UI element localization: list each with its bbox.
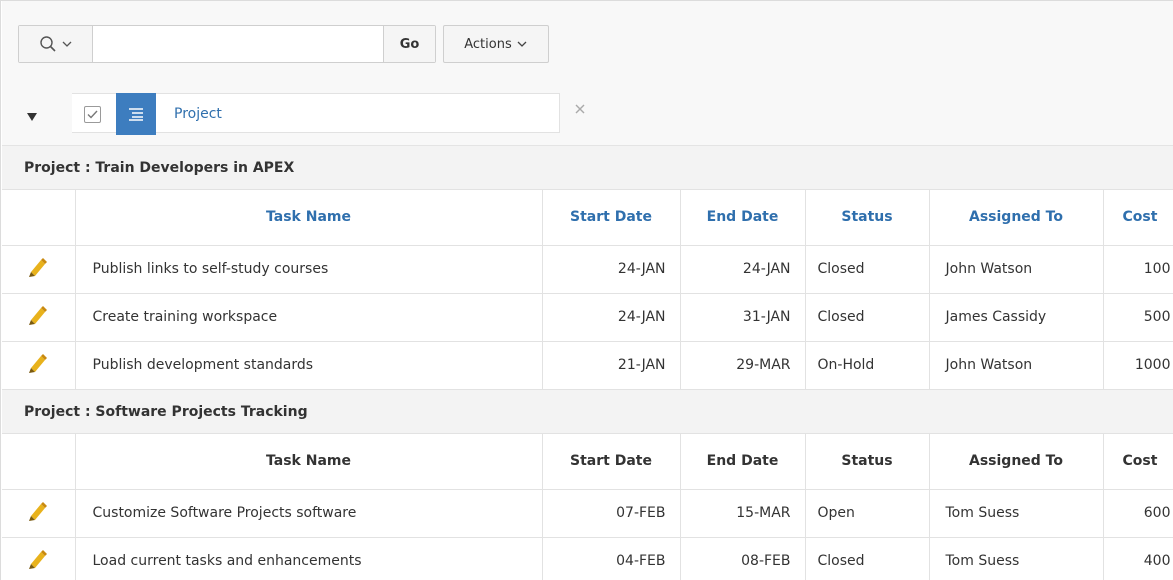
edit-cell (2, 537, 76, 580)
status-cell: Closed (805, 293, 930, 342)
actions-label: Actions (464, 36, 512, 52)
control-break-filter: Project (72, 93, 560, 135)
table-row: Publish development standards 21-JAN 29-… (2, 341, 1173, 390)
task-name-cell: Publish links to self-study courses (75, 245, 543, 294)
cost-cell: 1000 (1103, 341, 1173, 390)
group-header: Project : Software Projects Tracking (2, 390, 1173, 434)
task-name-cell: Publish development standards (75, 341, 543, 390)
col-header-assigned-to[interactable]: Assigned To (929, 190, 1104, 246)
search-icon (39, 36, 56, 52)
start-date-cell: 24-JAN (542, 293, 681, 342)
end-date-cell: 31-JAN (680, 293, 806, 342)
pencil-icon[interactable] (27, 352, 49, 378)
close-icon (575, 104, 585, 114)
end-date-cell: 24-JAN (680, 245, 806, 294)
status-cell: Closed (805, 537, 930, 580)
table-row: Customize Software Projects software 07-… (2, 489, 1173, 538)
start-date-cell: 24-JAN (542, 245, 681, 294)
cost-cell: 100 (1103, 245, 1173, 294)
table-row: Publish links to self-study courses 24-J… (2, 245, 1173, 294)
edit-column-header (2, 434, 76, 490)
table-row: Load current tasks and enhancements 04-F… (2, 537, 1173, 580)
search-columns-menu[interactable] (19, 26, 93, 62)
cost-cell: 600 (1103, 489, 1173, 538)
group-header: Project : Train Developers in APEX (2, 146, 1173, 190)
chevron-down-icon (517, 41, 527, 47)
checkbox-checked-icon (87, 110, 98, 119)
col-header-cost[interactable]: Cost (1103, 434, 1173, 490)
assigned-to-cell: John Watson (929, 245, 1104, 294)
collapse-filters-icon[interactable] (27, 113, 37, 121)
start-date-cell: 04-FEB (542, 537, 681, 580)
start-date-cell: 21-JAN (542, 341, 681, 390)
end-date-cell: 08-FEB (680, 537, 806, 580)
assigned-to-cell: Tom Suess (929, 489, 1104, 538)
col-header-assigned-to[interactable]: Assigned To (929, 434, 1104, 490)
search-input[interactable] (93, 26, 383, 62)
assigned-to-cell: Tom Suess (929, 537, 1104, 580)
end-date-cell: 15-MAR (680, 489, 806, 538)
pencil-icon[interactable] (27, 500, 49, 526)
edit-cell (2, 341, 76, 390)
col-header-status[interactable]: Status (805, 190, 930, 246)
search-bar: Go (18, 25, 436, 63)
header-row: Task Name Start Date End Date Status Ass… (2, 434, 1173, 490)
start-date-cell: 07-FEB (542, 489, 681, 538)
col-header-start-date[interactable]: Start Date (542, 434, 681, 490)
edit-cell (2, 245, 76, 294)
report-table: Task Name Start Date End Date Status Ass… (2, 434, 1173, 580)
remove-filter-button[interactable] (574, 103, 590, 119)
task-name-cell: Create training workspace (75, 293, 543, 342)
col-header-start-date[interactable]: Start Date (542, 190, 681, 246)
filter-lines-icon (129, 108, 143, 121)
status-cell: Closed (805, 245, 930, 294)
edit-column-header (2, 190, 76, 246)
filter-label[interactable]: Project (174, 94, 222, 134)
col-header-status[interactable]: Status (805, 434, 930, 490)
edit-cell (2, 489, 76, 538)
edit-cell (2, 293, 76, 342)
interactive-report: Go Actions Project Project: Train Devel… (0, 0, 1173, 580)
col-header-task-name[interactable]: Task Name (75, 434, 543, 490)
go-button[interactable]: Go (383, 26, 435, 62)
col-header-task-name[interactable]: Task Name (75, 190, 543, 246)
control-break-type (116, 93, 156, 135)
task-name-cell: Load current tasks and enhancements (75, 537, 543, 580)
cost-cell: 400 (1103, 537, 1173, 580)
chevron-down-icon (62, 41, 71, 47)
header-row: Task Name Start Date End Date Status Ass… (2, 190, 1173, 246)
assigned-to-cell: James Cassidy (929, 293, 1104, 342)
end-date-cell: 29-MAR (680, 341, 806, 390)
filter-enable-checkbox[interactable] (84, 106, 101, 123)
actions-menu-button[interactable]: Actions (443, 25, 549, 63)
status-cell: On-Hold (805, 341, 930, 390)
cost-cell: 500 (1103, 293, 1173, 342)
status-cell: Open (805, 489, 930, 538)
col-header-end-date[interactable]: End Date (680, 190, 806, 246)
col-header-cost[interactable]: Cost (1103, 190, 1173, 246)
pencil-icon[interactable] (27, 304, 49, 330)
assigned-to-cell: John Watson (929, 341, 1104, 390)
table-row: Create training workspace 24-JAN 31-JAN … (2, 293, 1173, 342)
task-name-cell: Customize Software Projects software (75, 489, 543, 538)
pencil-icon[interactable] (27, 256, 49, 282)
pencil-icon[interactable] (27, 548, 49, 574)
filter-bar: Project (2, 79, 1173, 146)
report-toolbar: Go Actions (2, 1, 1173, 79)
report-table: Task Name Start Date End Date Status Ass… (2, 190, 1173, 390)
col-header-end-date[interactable]: End Date (680, 434, 806, 490)
